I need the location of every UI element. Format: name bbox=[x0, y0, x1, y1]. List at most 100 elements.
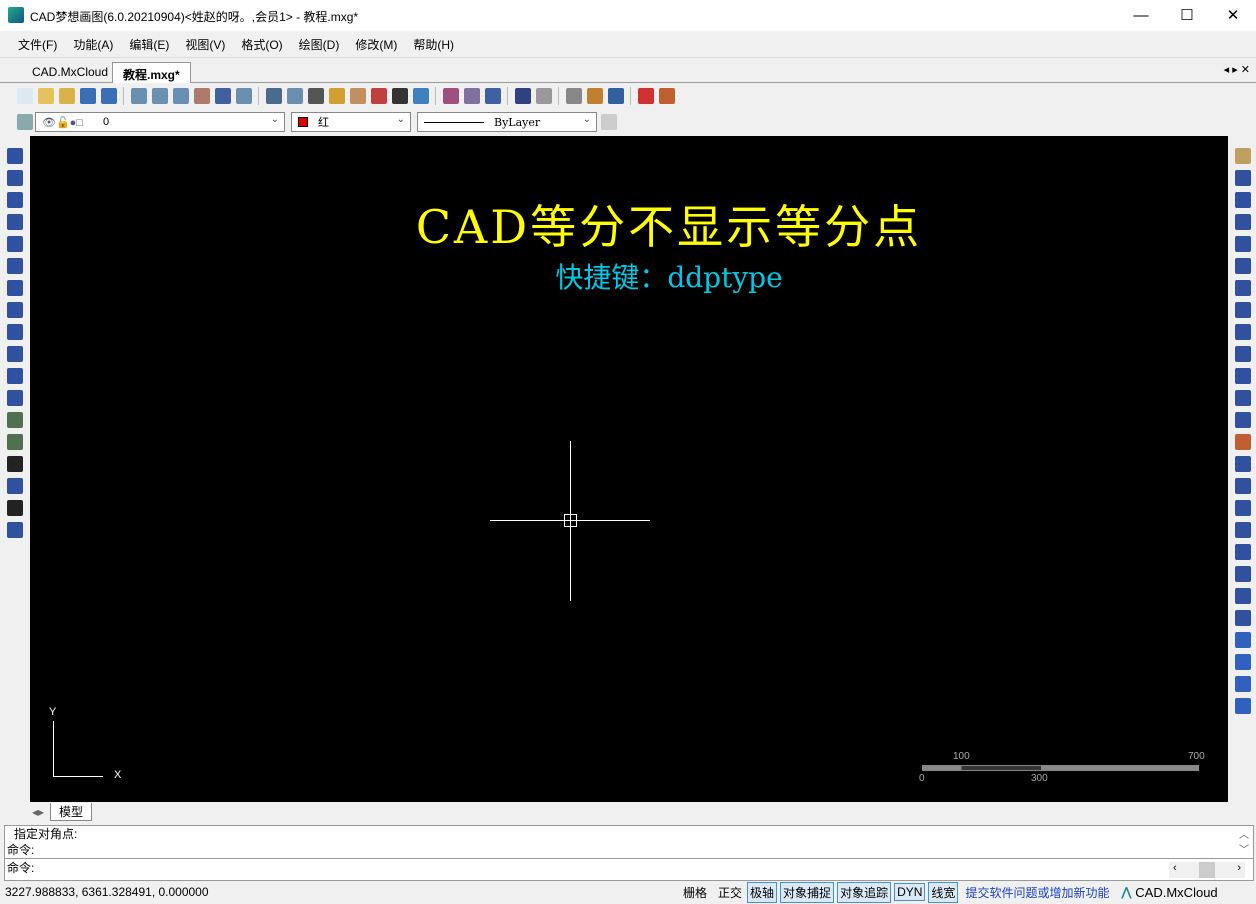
redo-icon[interactable] bbox=[536, 88, 552, 104]
polyline-icon[interactable] bbox=[7, 192, 23, 208]
trim-icon[interactable] bbox=[1235, 390, 1251, 406]
zoom-previous-icon[interactable] bbox=[266, 88, 282, 104]
toggle-otrack[interactable]: 对象追踪 bbox=[837, 882, 891, 903]
linetype-select[interactable]: ByLayer⌄ bbox=[417, 112, 597, 132]
rotate-icon[interactable] bbox=[1235, 214, 1251, 230]
point-icon[interactable] bbox=[7, 390, 23, 406]
toggle-polar[interactable]: 极轴 bbox=[747, 882, 777, 903]
make-block-icon[interactable] bbox=[7, 434, 23, 450]
table-icon[interactable] bbox=[7, 522, 23, 538]
text-icon[interactable] bbox=[7, 456, 23, 472]
mirror-icon[interactable] bbox=[1235, 302, 1251, 318]
fillet-icon[interactable] bbox=[1235, 368, 1251, 384]
extend-icon[interactable] bbox=[1235, 412, 1251, 428]
history-scrollbar[interactable]: ︿﹀ bbox=[1239, 828, 1249, 858]
zoom-window-icon[interactable] bbox=[152, 88, 168, 104]
tab-cad-mxcloud[interactable]: CAD.MxCloud bbox=[6, 62, 118, 83]
dim-continue-icon[interactable] bbox=[1235, 610, 1251, 626]
save-all-icon[interactable] bbox=[101, 88, 117, 104]
xline-icon[interactable] bbox=[7, 170, 23, 186]
pentagon-icon[interactable] bbox=[7, 236, 23, 252]
rectangle-icon[interactable] bbox=[7, 258, 23, 274]
palette-icon[interactable] bbox=[350, 88, 366, 104]
erase-icon[interactable] bbox=[1235, 148, 1251, 164]
image-icon[interactable] bbox=[659, 88, 675, 104]
move-icon[interactable] bbox=[308, 88, 324, 104]
break-icon[interactable] bbox=[1235, 478, 1251, 494]
stretch-icon[interactable] bbox=[1235, 324, 1251, 340]
pdf-icon[interactable] bbox=[638, 88, 654, 104]
ucs-icon[interactable] bbox=[215, 88, 231, 104]
pencil-icon[interactable] bbox=[329, 88, 345, 104]
dim-angle-icon[interactable] bbox=[1235, 588, 1251, 604]
send-back-icon[interactable] bbox=[1235, 654, 1251, 670]
export-icon[interactable] bbox=[413, 88, 429, 104]
zoom-extents-icon[interactable] bbox=[173, 88, 189, 104]
match-icon[interactable] bbox=[392, 88, 408, 104]
zoom-realtime-icon[interactable] bbox=[236, 88, 252, 104]
polygon-icon[interactable] bbox=[7, 214, 23, 230]
zoom-all-icon[interactable] bbox=[287, 88, 303, 104]
pan-icon[interactable] bbox=[194, 88, 210, 104]
lineweight-icon[interactable] bbox=[601, 114, 617, 130]
dim-linear-icon[interactable] bbox=[1235, 500, 1251, 516]
scale-icon[interactable] bbox=[1235, 236, 1251, 252]
feedback-link[interactable]: 提交软件问题或增加新功能 bbox=[965, 884, 1109, 901]
layer-select[interactable]: 👁🔓●□ 0⌄ bbox=[35, 112, 285, 132]
save-icon[interactable] bbox=[80, 88, 96, 104]
array-icon[interactable] bbox=[1235, 280, 1251, 296]
print-icon[interactable] bbox=[566, 88, 582, 104]
menu-help[interactable]: 帮助(H) bbox=[413, 36, 454, 53]
layers-icon[interactable] bbox=[17, 114, 33, 130]
menu-modify[interactable]: 修改(M) bbox=[355, 36, 397, 53]
menu-format[interactable]: 格式(O) bbox=[241, 36, 282, 53]
tab-model[interactable]: 模型 bbox=[50, 803, 92, 821]
menu-draw[interactable]: 绘图(D) bbox=[299, 36, 340, 53]
undo-icon[interactable] bbox=[515, 88, 531, 104]
insert-block-icon[interactable] bbox=[7, 412, 23, 428]
brand-label[interactable]: CAD.MxCloud bbox=[1135, 885, 1217, 900]
toggle-lineweight[interactable]: 线宽 bbox=[928, 882, 958, 903]
drawing-canvas[interactable]: CAD等分不显示等分点 快捷键：ddptype Y X 100 700 0 30… bbox=[30, 136, 1228, 802]
menu-view[interactable]: 视图(V) bbox=[185, 36, 225, 53]
chamfer-icon[interactable] bbox=[1235, 346, 1251, 362]
mtext-icon[interactable] bbox=[7, 500, 23, 516]
toggle-osnap[interactable]: 对象捕捉 bbox=[780, 882, 834, 903]
ellipse-icon[interactable] bbox=[7, 346, 23, 362]
lengthen-icon[interactable] bbox=[1235, 456, 1251, 472]
zoom-in-icon[interactable] bbox=[131, 88, 147, 104]
move-icon[interactable] bbox=[1235, 192, 1251, 208]
draworder-above-icon[interactable] bbox=[1235, 676, 1251, 692]
block-icon[interactable] bbox=[485, 88, 501, 104]
dim-diameter-icon[interactable] bbox=[1235, 566, 1251, 582]
dim-aligned-icon[interactable] bbox=[1235, 522, 1251, 538]
arc-icon[interactable] bbox=[7, 280, 23, 296]
command-input[interactable]: 命令: bbox=[5, 859, 1253, 877]
open-icon[interactable] bbox=[38, 88, 54, 104]
toggle-ortho[interactable]: 正交 bbox=[716, 883, 744, 902]
bring-front-icon[interactable] bbox=[1235, 632, 1251, 648]
menu-function[interactable]: 功能(A) bbox=[73, 36, 113, 53]
toggle-dyn[interactable]: DYN bbox=[894, 883, 925, 901]
properties-icon[interactable] bbox=[443, 88, 459, 104]
layout-scroll-arrows[interactable]: ◂▸ bbox=[32, 805, 44, 819]
layers-icon[interactable] bbox=[371, 88, 387, 104]
render-icon[interactable] bbox=[587, 88, 603, 104]
dim-radius-icon[interactable] bbox=[1235, 544, 1251, 560]
brush-icon[interactable] bbox=[464, 88, 480, 104]
offset-icon[interactable] bbox=[1235, 258, 1251, 274]
render2-icon[interactable] bbox=[608, 88, 624, 104]
toggle-grid[interactable]: 栅格 bbox=[681, 883, 709, 902]
draworder-below-icon[interactable] bbox=[1235, 698, 1251, 714]
spline-icon[interactable] bbox=[7, 324, 23, 340]
hatch-icon[interactable] bbox=[7, 478, 23, 494]
close-button[interactable]: ✕ bbox=[1210, 0, 1256, 31]
revcloud-icon[interactable] bbox=[7, 368, 23, 384]
horizontal-scrollbar[interactable]: ‹› bbox=[1169, 862, 1245, 878]
tab-tutorial[interactable]: 教程.mxg* bbox=[112, 62, 191, 83]
menu-file[interactable]: 文件(F) bbox=[18, 36, 57, 53]
open-folder-icon[interactable] bbox=[59, 88, 75, 104]
minimize-button[interactable]: — bbox=[1118, 0, 1164, 31]
tab-navigation[interactable]: ◂ ▸ ✕ bbox=[1224, 63, 1250, 76]
maximize-button[interactable]: ☐ bbox=[1164, 0, 1210, 31]
